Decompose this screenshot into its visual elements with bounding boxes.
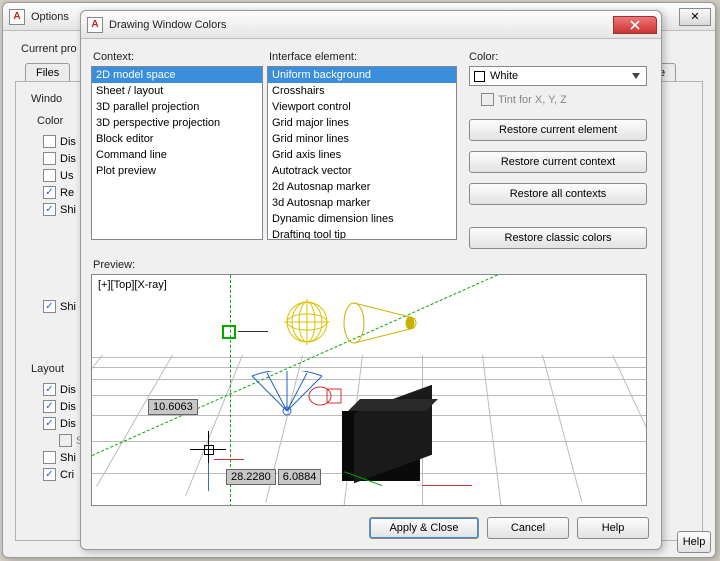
list-item[interactable]: Uniform background — [268, 67, 456, 83]
checkbox-icon — [481, 93, 494, 106]
apply-and-close-button[interactable]: Apply & Close — [369, 517, 479, 539]
restore-current-context-button[interactable]: Restore current context — [469, 151, 647, 173]
dimension-tooltip: 10.6063 — [148, 399, 198, 415]
check-row[interactable]: Shi — [43, 201, 76, 218]
list-item[interactable]: Command line — [92, 147, 262, 163]
color-combobox[interactable]: White — [469, 66, 647, 86]
restore-classic-colors-button[interactable]: Restore classic colors — [469, 227, 647, 249]
list-item[interactable]: 2d Autosnap marker — [268, 179, 456, 195]
list-item[interactable]: 3D parallel projection — [92, 99, 262, 115]
light-glyph-sun-icon — [282, 297, 332, 347]
current-profile-label: Current pro — [21, 43, 77, 55]
dialog-close-button[interactable] — [613, 16, 657, 34]
list-item[interactable]: Grid minor lines — [268, 131, 456, 147]
list-item[interactable]: 3D perspective projection — [92, 115, 262, 131]
interface-listbox[interactable]: Uniform backgroundCrosshairsViewport con… — [267, 66, 457, 240]
dialog-titlebar: A Drawing Window Colors — [81, 11, 661, 39]
group-layout-label: Layout — [31, 363, 64, 375]
viewport-control-label: [+][Top][X-ray] — [98, 279, 167, 291]
preview-canvas: [+][Top][X-ray] — [91, 274, 647, 506]
close-icon — [629, 20, 641, 30]
coordinate-tooltip: 28.2280 6.0884 — [226, 469, 321, 485]
cancel-button[interactable]: Cancel — [487, 517, 569, 539]
color-label: Color: — [469, 51, 498, 63]
options-check-mid: Shi — [43, 298, 76, 315]
ucs-icon — [307, 383, 343, 409]
interface-label: Interface element: — [269, 51, 357, 63]
app-icon: A — [87, 17, 103, 33]
light-glyph-spot-icon — [340, 293, 420, 353]
axis-x — [214, 459, 244, 460]
options-checks-top: Dis Dis Us Re Shi — [43, 133, 76, 218]
autosnap-marker — [222, 325, 236, 339]
check-row[interactable]: Re — [43, 184, 76, 201]
solid-cube — [342, 411, 420, 481]
group-color-label: Color — [37, 115, 63, 127]
help-button[interactable]: Help — [577, 517, 649, 539]
check-row[interactable]: Us — [43, 167, 76, 184]
context-listbox[interactable]: 2D model spaceSheet / layout3D parallel … — [91, 66, 263, 240]
restore-all-contexts-button[interactable]: Restore all contexts — [469, 183, 647, 205]
list-item[interactable]: Crosshairs — [268, 83, 456, 99]
drawing-colors-dialog: A Drawing Window Colors Context: Interfa… — [80, 10, 662, 550]
list-item[interactable]: 3d Autosnap marker — [268, 195, 456, 211]
dialog-title: Drawing Window Colors — [109, 19, 613, 31]
pickbox — [204, 445, 214, 455]
axis-z — [208, 463, 209, 491]
check-row[interactable]: Shi — [43, 298, 76, 315]
tint-xyz-checkbox: Tint for X, Y, Z — [481, 91, 567, 108]
list-item[interactable]: Grid major lines — [268, 115, 456, 131]
list-item[interactable]: Sheet / layout — [92, 83, 262, 99]
options-close-button[interactable]: ✕ — [679, 8, 711, 26]
context-label: Context: — [93, 51, 134, 63]
color-swatch — [474, 71, 485, 82]
options-help-button[interactable]: Help — [677, 531, 711, 553]
list-item[interactable]: Grid axis lines — [268, 147, 456, 163]
list-item[interactable]: Autotrack vector — [268, 163, 456, 179]
chevron-down-icon — [628, 68, 644, 84]
check-row[interactable]: Dis — [43, 150, 76, 167]
tab-files[interactable]: Files — [25, 63, 70, 82]
preview-label: Preview: — [93, 259, 135, 271]
list-item[interactable]: Drafting tool tip — [268, 227, 456, 240]
list-item[interactable]: Viewport control — [268, 99, 456, 115]
color-value: White — [490, 70, 518, 82]
restore-current-element-button[interactable]: Restore current element — [469, 119, 647, 141]
options-tabs: Files — [25, 63, 70, 82]
list-item[interactable]: 2D model space — [92, 67, 262, 83]
list-item[interactable]: Dynamic dimension lines — [268, 211, 456, 227]
marker-tick — [238, 331, 268, 332]
app-icon: A — [9, 9, 25, 25]
dialog-button-row: Apply & Close Cancel Help — [369, 517, 649, 539]
list-item[interactable]: Block editor — [92, 131, 262, 147]
list-item[interactable]: Plot preview — [92, 163, 262, 179]
check-row[interactable]: Dis — [43, 133, 76, 150]
group-window-label: Windo — [31, 93, 62, 105]
